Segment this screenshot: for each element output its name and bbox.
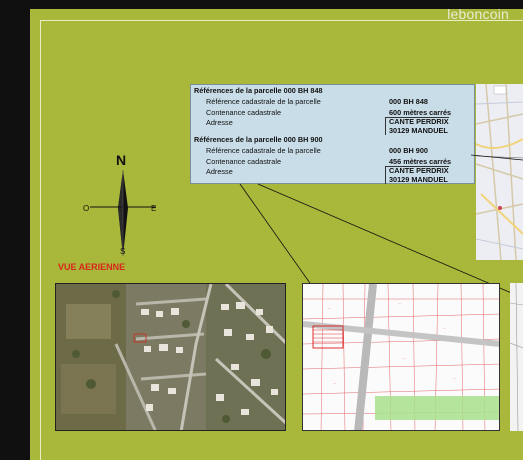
aerial-view-label: VUE AERIENNE <box>58 262 126 272</box>
cadastral-plan-edge <box>509 282 523 432</box>
svg-text:...: ... <box>403 355 406 360</box>
svg-text:...: ... <box>443 325 446 330</box>
compass-rose: N O E S <box>82 152 164 262</box>
compass-south-label: S <box>120 247 125 256</box>
svg-text:...: ... <box>333 380 336 385</box>
svg-text:...: ... <box>398 300 401 305</box>
aerial-photo <box>55 283 286 431</box>
compass-north-label: N <box>116 152 126 168</box>
svg-text:...: ... <box>328 305 331 310</box>
compass-west-label: O <box>83 204 89 213</box>
cadastral-plan: ......... ......... <box>302 283 500 431</box>
compass-east-label: E <box>151 204 156 213</box>
svg-text:...: ... <box>453 375 456 380</box>
